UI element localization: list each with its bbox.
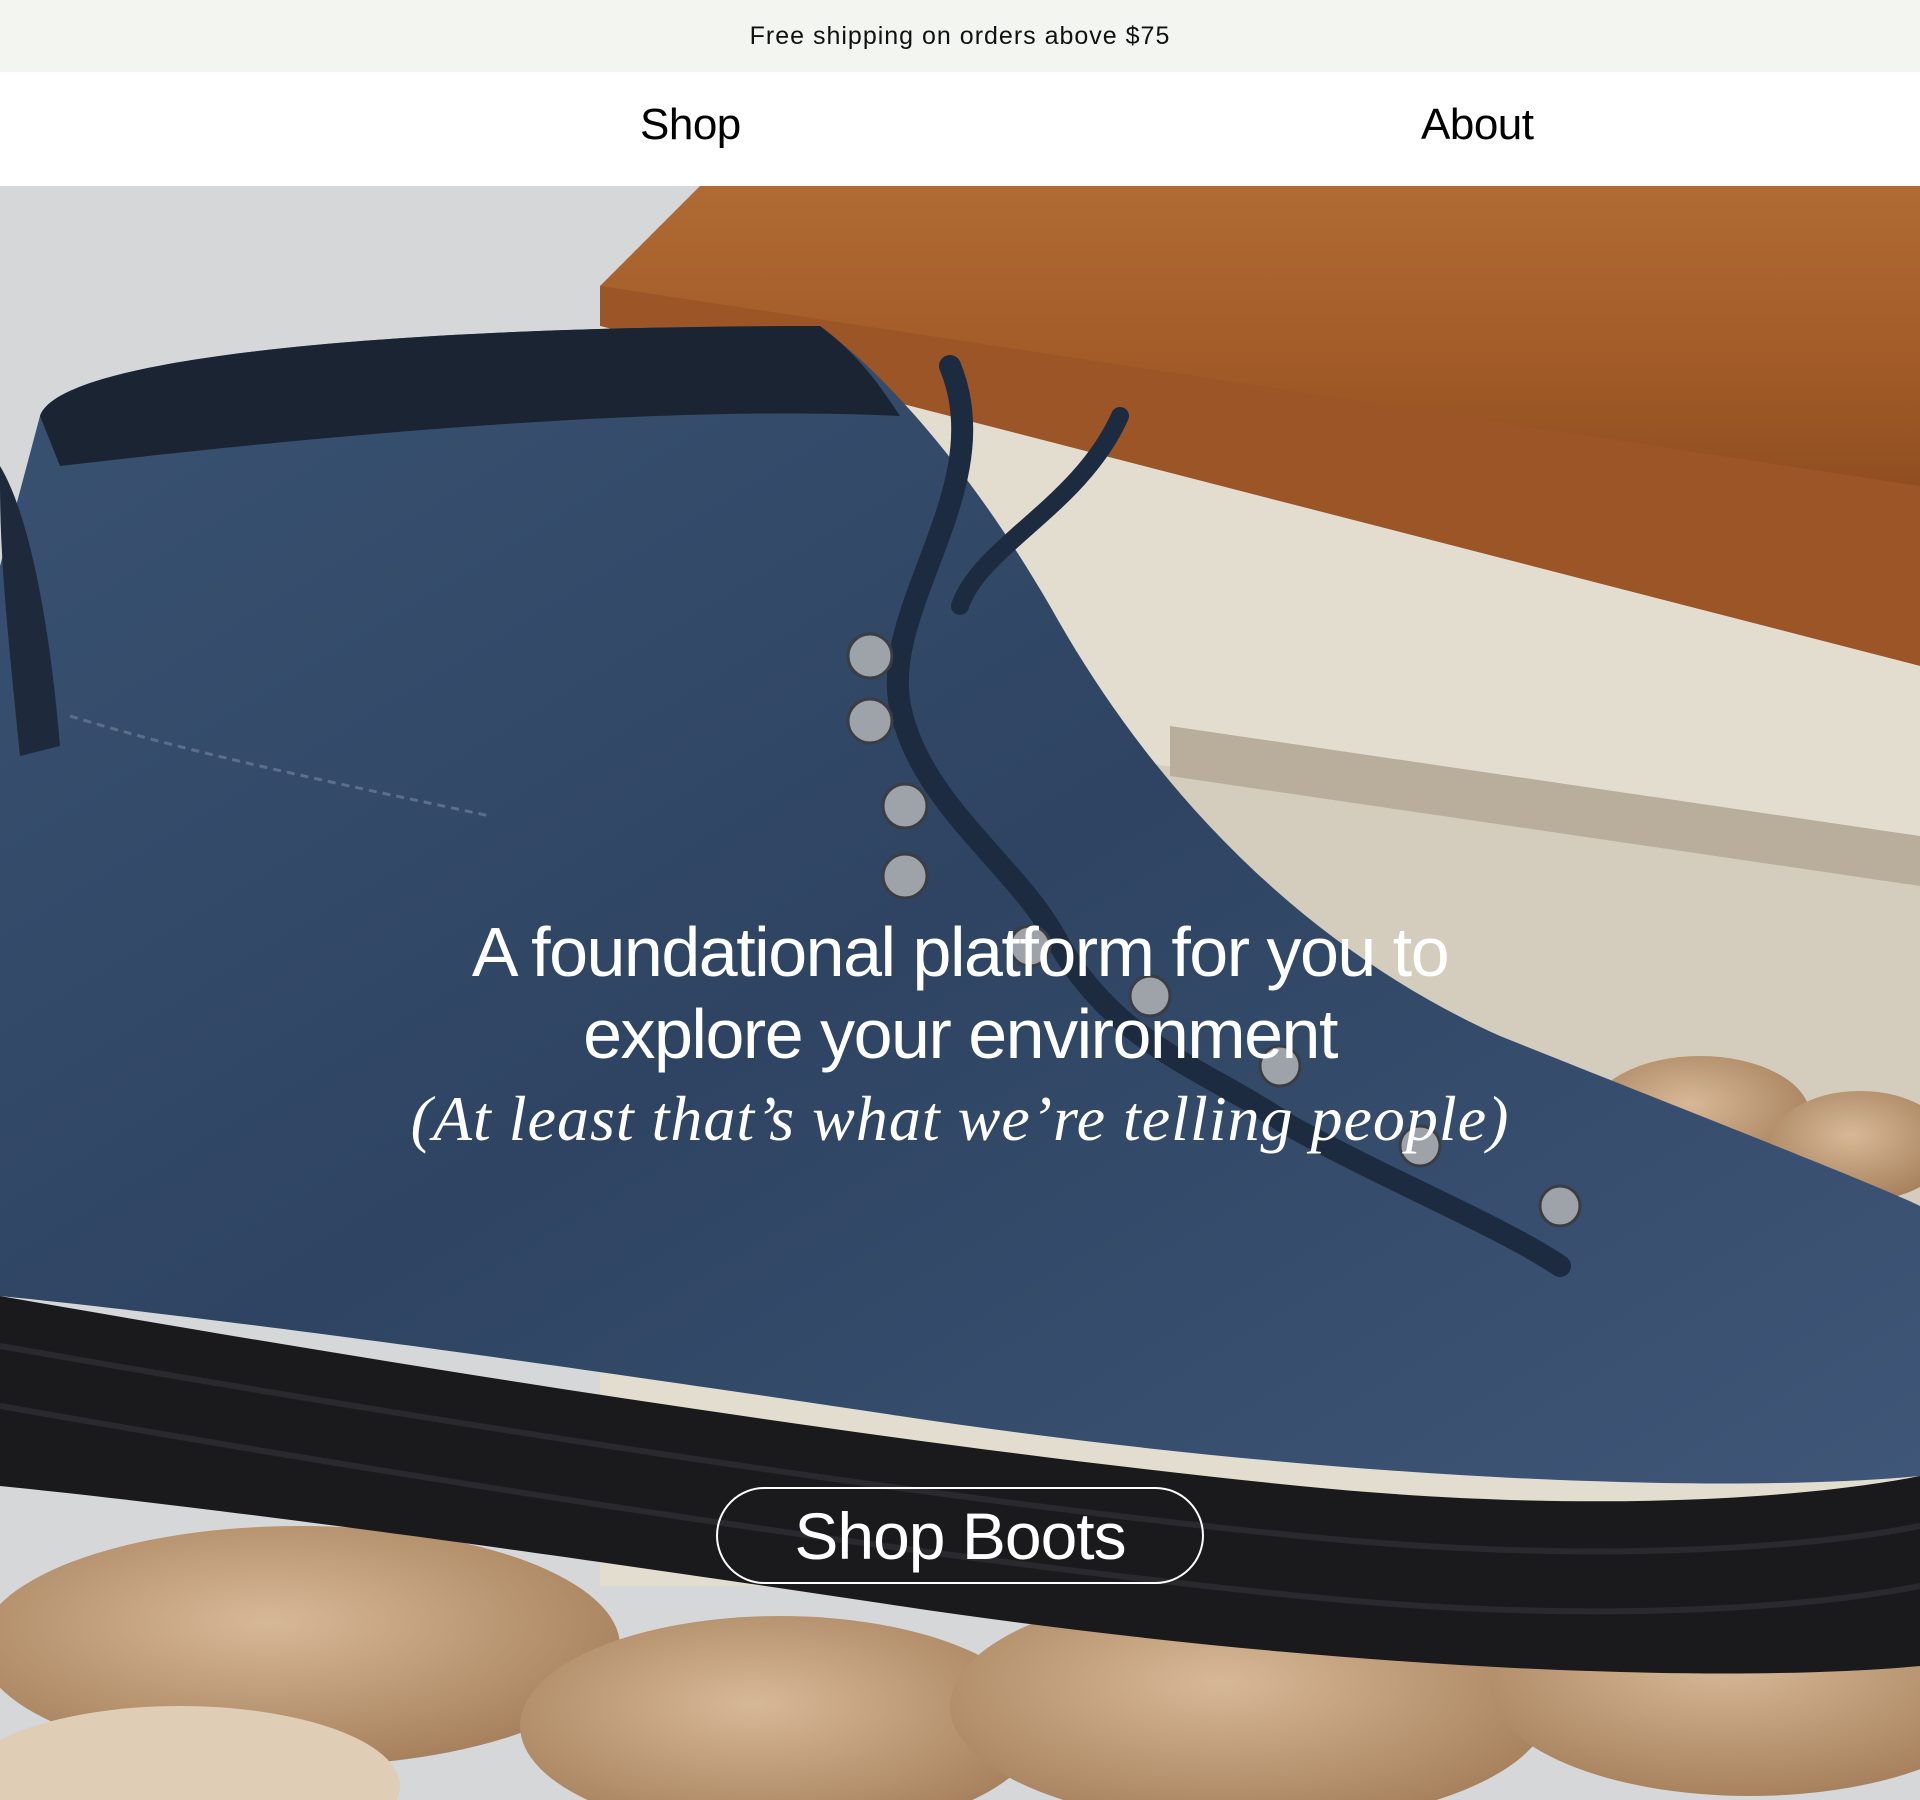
nav-shop-link[interactable]: Shop: [640, 100, 741, 150]
announcement-bar: Free shipping on orders above $75: [0, 0, 1920, 72]
shop-boots-button[interactable]: Shop Boots: [716, 1487, 1204, 1584]
main-nav: Shop About: [0, 72, 1920, 186]
hero-title-line-1: A foundational platform for you to: [471, 913, 1450, 991]
announcement-text: Free shipping on orders above $75: [749, 21, 1171, 50]
hero-title-line-2: explore your environment: [583, 995, 1338, 1073]
hero-headline: A foundational platform for you to explo…: [0, 911, 1920, 1159]
hero-subtitle: (At least that’s what we’re telling peop…: [410, 1083, 1510, 1154]
nav-about-link[interactable]: About: [1421, 100, 1534, 150]
